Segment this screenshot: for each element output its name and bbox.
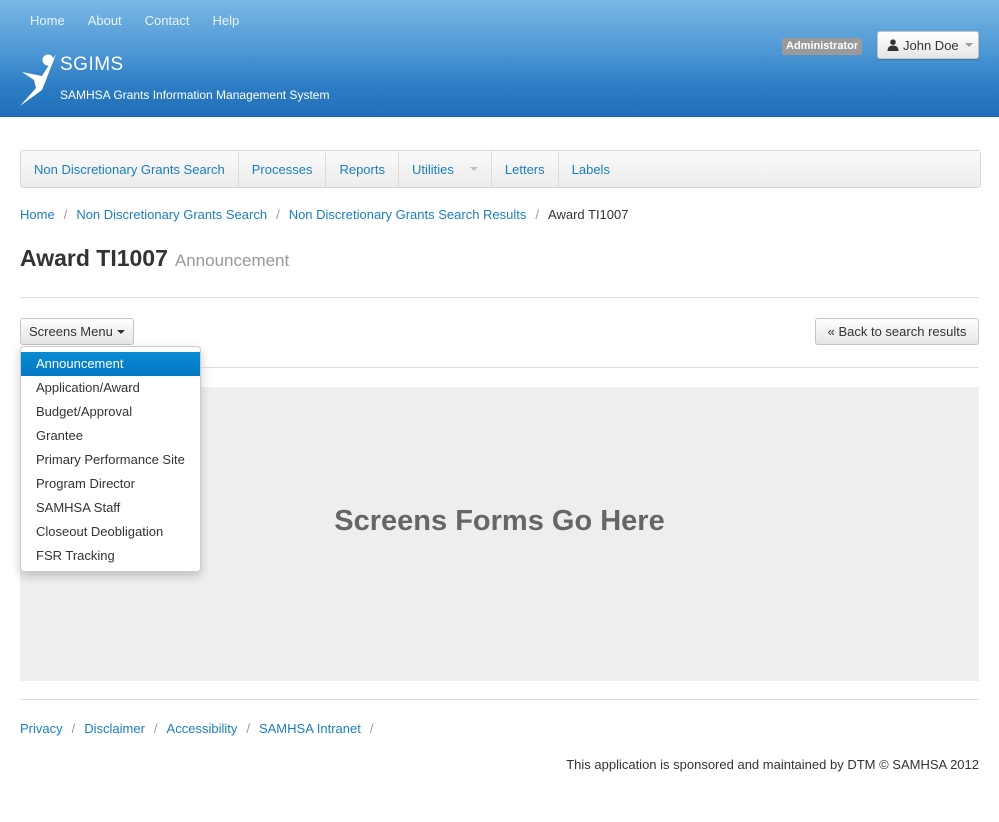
nav-item-letters[interactable]: Letters: [492, 151, 559, 187]
nav-label: Letters: [504, 161, 545, 177]
role-badge: Administrator: [782, 38, 863, 55]
footer-privacy-link[interactable]: Privacy: [20, 721, 63, 736]
breadcrumb-separator: /: [276, 207, 280, 222]
site-header: Home About Contact Help SGIMS SAMHSA Gra…: [0, 0, 999, 117]
nav-item-utilities[interactable]: Utilities: [399, 151, 492, 187]
footer-links: Privacy / Disclaimer / Accessibility / S…: [20, 721, 382, 736]
screens-menu-label: Screens Menu: [29, 324, 113, 339]
topnav-about-link[interactable]: About: [88, 13, 122, 28]
breadcrumb-separator: /: [63, 207, 68, 222]
menu-item-fsr-tracking[interactable]: FSR Tracking: [21, 544, 200, 568]
screens-menu-button[interactable]: Screens Menu: [20, 318, 134, 345]
menu-item-budget-approval[interactable]: Budget/Approval: [21, 400, 200, 424]
back-to-results-button[interactable]: « Back to search results: [815, 318, 979, 345]
divider: [20, 699, 979, 700]
page-subtitle: Announcement: [174, 251, 290, 270]
user-name: John Doe: [903, 37, 959, 53]
footer-disclaimer-link[interactable]: Disclaimer: [84, 721, 145, 736]
menu-item-program-director[interactable]: Program Director: [21, 472, 200, 496]
nav-item-grants-search[interactable]: Non Discretionary Grants Search: [21, 151, 239, 187]
menu-item-grantee[interactable]: Grantee: [21, 424, 200, 448]
breadcrumb-home-link[interactable]: Home: [20, 207, 55, 222]
nav-label: Labels: [571, 161, 610, 177]
menu-item-primary-performance-site[interactable]: Primary Performance Site: [21, 448, 200, 472]
footer-intranet-link[interactable]: SAMHSA Intranet: [259, 721, 361, 736]
nav-label: Utilities: [411, 161, 454, 177]
nav-label: Processes: [251, 161, 313, 177]
footer-separator: /: [153, 721, 158, 736]
chevron-down-icon: [964, 43, 973, 47]
divider: [20, 297, 979, 298]
nav-label: Reports: [339, 161, 385, 177]
topnav-help-link[interactable]: Help: [212, 13, 239, 28]
runner-figure-icon: [20, 54, 56, 106]
page-title-main: Award TI1007: [20, 245, 168, 271]
menu-item-application-award[interactable]: Application/Award: [21, 376, 200, 400]
breadcrumb-separator: /: [535, 207, 540, 222]
breadcrumb-search-link[interactable]: Non Discretionary Grants Search: [76, 207, 267, 222]
main-nav: Non Discretionary Grants Search Processe…: [20, 150, 981, 188]
top-nav: Home About Contact Help: [30, 13, 262, 28]
breadcrumb: Home / Non Discretionary Grants Search /…: [20, 207, 628, 222]
topnav-contact-link[interactable]: Contact: [145, 13, 190, 28]
brand-subtitle: SAMHSA Grants Information Management Sys…: [60, 88, 330, 102]
nav-item-reports[interactable]: Reports: [326, 151, 399, 187]
topnav-home-link[interactable]: Home: [30, 13, 65, 28]
menu-item-samhsa-staff[interactable]: SAMHSA Staff: [21, 496, 200, 520]
user-menu-button[interactable]: John Doe: [877, 31, 979, 59]
footer-separator: /: [246, 721, 250, 736]
footer-separator: /: [369, 721, 374, 736]
chevron-down-icon: [469, 167, 478, 171]
page-title: Award TI1007 Announcement: [20, 245, 289, 272]
menu-item-closeout-deobligation[interactable]: Closeout Deobligation: [21, 520, 200, 544]
person-icon: [887, 39, 899, 51]
nav-item-labels[interactable]: Labels: [559, 151, 623, 187]
nav-label: Non Discretionary Grants Search: [34, 161, 225, 177]
nav-item-processes[interactable]: Processes: [239, 151, 327, 187]
chevron-down-icon: [116, 329, 125, 334]
footer-accessibility-link[interactable]: Accessibility: [167, 721, 238, 736]
breadcrumb-results-link[interactable]: Non Discretionary Grants Search Results: [289, 207, 527, 222]
brand-title: SGIMS: [60, 54, 124, 75]
breadcrumb-current: Award TI1007: [548, 207, 629, 222]
footer-separator: /: [71, 721, 76, 736]
screens-menu-dropdown: Announcement Application/Award Budget/Ap…: [20, 346, 201, 572]
footer-note: This application is sponsored and mainta…: [566, 757, 979, 772]
menu-item-announcement[interactable]: Announcement: [21, 352, 200, 376]
